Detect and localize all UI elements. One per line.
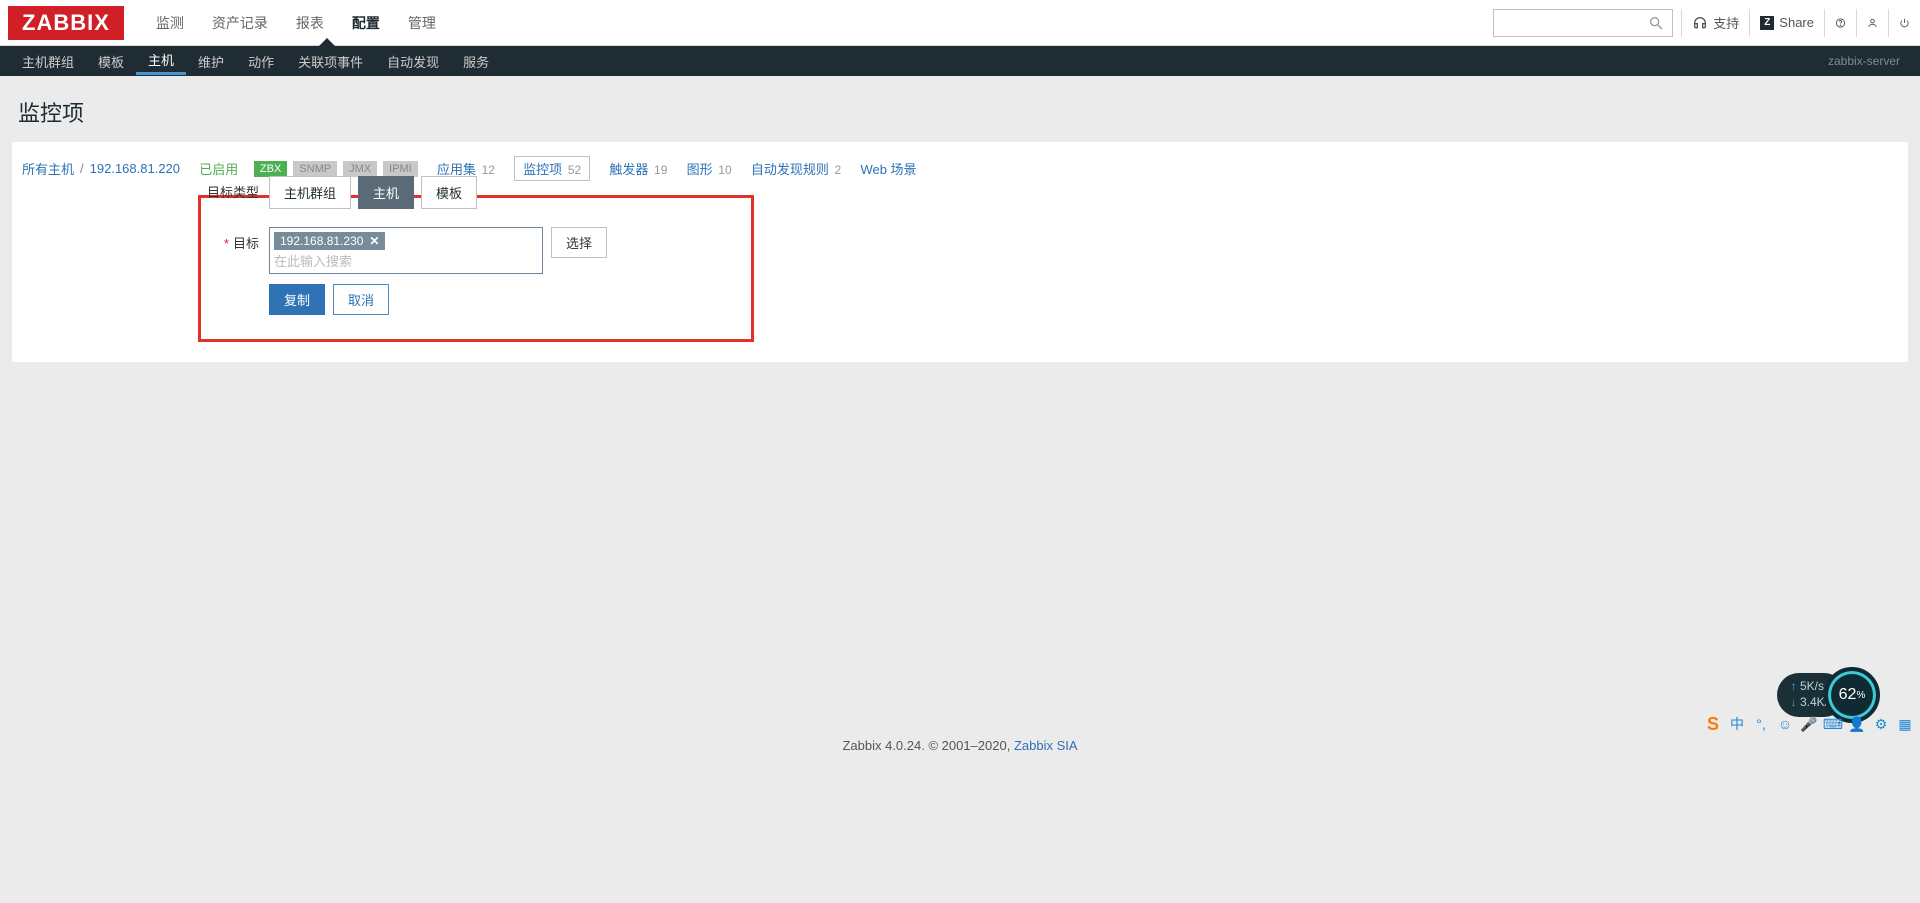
user-button[interactable] [1856,9,1888,37]
server-name: zabbix-server [1828,54,1910,68]
content: 监控项 所有主机 / 192.168.81.220 已启用 ZBXSNMPJMX… [0,76,1920,374]
target-chip-label: 192.168.81.230 [280,234,363,248]
headset-icon [1692,15,1708,31]
tool-user-icon[interactable]: 👤 [1848,715,1866,733]
nav-inventory[interactable]: 资产记录 [198,0,282,46]
pill-snmp: SNMP [293,161,337,177]
tool-gear-icon[interactable]: ⚙ [1872,715,1890,733]
nav-active-arrow-icon [319,38,335,46]
search-input[interactable] [1493,9,1673,37]
tool-cn-icon[interactable]: 中 [1728,715,1746,733]
nav-config[interactable]: 配置 [338,0,394,46]
nav-monitor[interactable]: 监测 [142,0,198,46]
bc-host-ip[interactable]: 192.168.81.220 [90,161,180,176]
select-button[interactable]: 选择 [551,227,607,258]
subnav-correlation[interactable]: 关联项事件 [286,46,375,76]
top-header: ZABBIX 监测 资产记录 报表 配置 管理 支持 Z Share [0,0,1920,46]
main-nav: 监测 资产记录 报表 配置 管理 [142,0,450,46]
tool-grid-icon[interactable]: ▦ [1896,715,1914,733]
bc-tab-web[interactable]: Web 场景 [860,159,916,178]
pill-zbx: ZBX [254,161,287,177]
subnav-hosts[interactable]: 主机 [136,48,186,75]
top-right: 支持 Z Share [1493,0,1920,46]
target-search-input[interactable] [274,254,538,269]
tool-dot-icon[interactable]: °, [1752,715,1770,733]
subnav-discovery[interactable]: 自动发现 [375,46,451,76]
search-icon [1648,15,1664,31]
target-chip: 192.168.81.230 ✕ [274,232,385,250]
tool-keyboard-icon[interactable]: ⌨ [1824,715,1842,733]
logout-button[interactable] [1888,9,1920,37]
target-label: *目标 [15,227,269,252]
target-multiselect[interactable]: 192.168.81.230 ✕ [269,227,543,274]
subnav-services[interactable]: 服务 [451,46,501,76]
pill-ipmi: IPMI [383,161,418,177]
logo[interactable]: ZABBIX [8,6,124,40]
float-tools: S 中 °, ☺ 🎤 ⌨ 👤 ⚙ ▦ [1704,715,1914,733]
subnav-hostgroups[interactable]: 主机群组 [10,46,86,76]
cpu-value: 62 [1839,686,1857,704]
target-type-template[interactable]: 模板 [421,176,477,209]
card: 所有主机 / 192.168.81.220 已启用 ZBXSNMPJMXIPMI… [12,142,1908,362]
support-button[interactable]: 支持 [1681,9,1749,37]
share-button[interactable]: Z Share [1749,9,1824,37]
subnav-templates[interactable]: 模板 [86,46,136,76]
cpu-suffix: % [1856,690,1865,701]
copy-button[interactable]: 复制 [269,284,325,315]
target-type-hostgroup[interactable]: 主机群组 [269,176,351,209]
nav-admin[interactable]: 管理 [394,0,450,46]
share-label: Share [1779,15,1814,30]
page-title: 监控项 [18,96,1908,128]
power-icon [1899,15,1910,31]
bc-tab-discovery[interactable]: 自动发现规则 2 [751,159,841,178]
z-badge-icon: Z [1760,16,1774,30]
help-button[interactable] [1824,9,1856,37]
user-icon [1867,15,1878,31]
tool-s-icon[interactable]: S [1704,715,1722,733]
close-icon[interactable]: ✕ [369,234,379,248]
pill-jmx: JMX [343,161,377,177]
bc-separator: / [80,161,84,176]
help-icon [1835,15,1846,31]
target-type-label: 目标类型 [15,176,269,201]
subnav-maintenance[interactable]: 维护 [186,46,236,76]
cancel-button[interactable]: 取消 [333,284,389,315]
footer-text: Zabbix 4.0.24. © 2001–2020, [842,738,1013,753]
tool-smile-icon[interactable]: ☺ [1776,715,1794,733]
support-label: 支持 [1713,13,1739,32]
footer: Zabbix 4.0.24. © 2001–2020, Zabbix SIA [0,724,1920,767]
tool-mic-icon[interactable]: 🎤 [1800,715,1818,733]
subnav-actions[interactable]: 动作 [236,46,286,76]
form-highlight-box: 目标类型 主机群组主机模板 *目标 192.168.81.230 ✕ [198,195,754,342]
footer-link[interactable]: Zabbix SIA [1014,738,1078,753]
sub-nav: 主机群组 模板 主机 维护 动作 关联项事件 自动发现 服务 zabbix-se… [0,46,1920,76]
target-type-host[interactable]: 主机 [358,176,414,209]
